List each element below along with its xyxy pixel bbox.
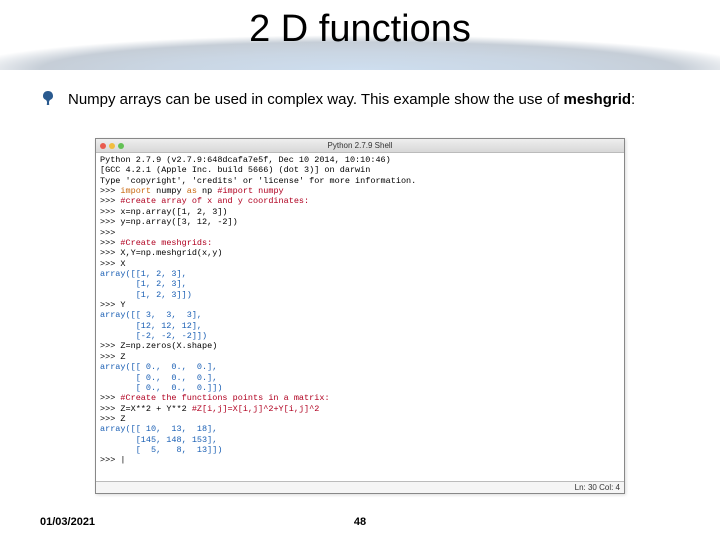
bullet-text-after: : (631, 91, 635, 108)
footer-page-number: 48 (0, 516, 720, 528)
window-title: Python 2.7.9 Shell (96, 141, 624, 150)
shell-output: Python 2.7.9 (v2.7.9:648dcafa7e5f, Dec 1… (96, 153, 624, 481)
bullet-text-before: Numpy arrays can be used in complex way.… (68, 91, 564, 108)
slide-title: 2 D functions (0, 8, 720, 51)
bullet-icon (40, 90, 56, 106)
bullet-text: Numpy arrays can be used in complex way.… (68, 90, 635, 110)
python-shell-window: Python 2.7.9 Shell Python 2.7.9 (v2.7.9:… (95, 138, 625, 494)
window-titlebar: Python 2.7.9 Shell (96, 139, 624, 153)
status-bar: Ln: 30 Col: 4 (96, 481, 624, 493)
bullet-text-bold: meshgrid (564, 91, 632, 108)
bullet-item: Numpy arrays can be used in complex way.… (40, 90, 680, 110)
